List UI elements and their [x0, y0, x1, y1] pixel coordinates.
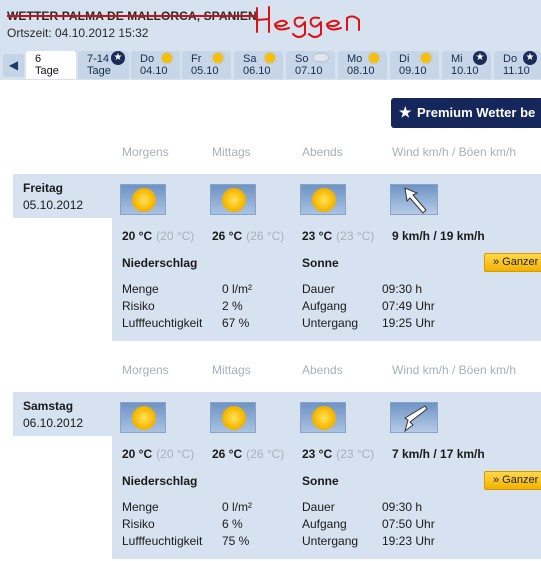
- duration-value: 09:30 h: [382, 500, 423, 514]
- col-evening: Abends: [302, 145, 343, 159]
- full-forecast-button[interactable]: » Ganzer: [484, 253, 541, 272]
- amount-value: 0 l/m²: [222, 282, 252, 296]
- sunny-weather-icon: [210, 402, 256, 433]
- sunset-label: Untergang: [302, 534, 359, 548]
- tab-do-04-10[interactable]: Do 04.10: [131, 51, 180, 79]
- tab-so-07-10[interactable]: So 07.10: [286, 51, 335, 79]
- day-date: 06.10.2012: [23, 416, 84, 430]
- sun-icon: [162, 53, 172, 63]
- sunset-value: 19:25 Uhr: [382, 316, 435, 330]
- tab-6-tage[interactable]: 6 Tage: [26, 51, 76, 79]
- col-morning: Morgens: [122, 145, 169, 159]
- day-label: Samstag 06.10.2012: [13, 392, 113, 436]
- tab-mi-10-10[interactable]: Mi 10.10 ★: [442, 51, 491, 79]
- sun-icon: [421, 53, 431, 63]
- premium-star-icon: ★: [111, 51, 125, 65]
- wind-arrow-icon: [390, 402, 438, 433]
- evening-temp: 23 °C (23 °C): [302, 447, 375, 461]
- sunrise-value: 07:50 Uhr: [382, 517, 435, 531]
- wind-value: 7 km/h / 17 km/h: [392, 447, 485, 461]
- humidity-label: Lufffeuchtigkeit: [122, 534, 203, 548]
- duration-label: Dauer: [302, 282, 335, 296]
- tab-mo-08-10[interactable]: Mo 08.10: [338, 51, 387, 79]
- col-noon: Mittags: [212, 363, 251, 377]
- risk-value: 6 %: [222, 517, 243, 531]
- sunny-weather-icon: [210, 184, 256, 215]
- day-name: Samstag: [23, 399, 74, 413]
- humidity-label: Lufffeuchtigkeit: [122, 316, 203, 330]
- wind-arrow-icon: [390, 184, 438, 215]
- duration-value: 09:30 h: [382, 282, 423, 296]
- sunrise-value: 07:49 Uhr: [382, 299, 435, 313]
- duration-label: Dauer: [302, 500, 335, 514]
- precip-heading: Niederschlag: [122, 256, 198, 270]
- tab-fr-05-10[interactable]: Fr 05.10: [182, 51, 231, 79]
- humidity-value: 67 %: [222, 316, 250, 330]
- col-evening: Abends: [302, 363, 343, 377]
- col-wind: Wind km/h / Böen km/h: [392, 145, 517, 159]
- sunny-weather-icon: [300, 402, 346, 433]
- full-forecast-button[interactable]: » Ganzer: [484, 471, 541, 490]
- prev-arrow-button[interactable]: ◀: [3, 54, 24, 77]
- tab-do-11-10[interactable]: Do 11.10 ★: [494, 51, 541, 79]
- risk-label: Risiko: [122, 299, 155, 313]
- day-date: 05.10.2012: [23, 198, 84, 212]
- premium-star-icon: ★: [473, 51, 487, 65]
- sun-heading: Sonne: [302, 474, 339, 488]
- local-time: Ortszeit: 04.10.2012 15:32: [7, 26, 149, 40]
- noon-temp: 26 °C (26 °C): [212, 447, 285, 461]
- tab-7-14-tage[interactable]: 7-14 Tage ★: [78, 51, 129, 79]
- cloud-icon: [313, 53, 329, 62]
- sun-heading: Sonne: [302, 256, 339, 270]
- amount-label: Menge: [122, 500, 159, 514]
- sun-icon: [213, 53, 223, 63]
- premium-star-icon: ★: [523, 51, 537, 65]
- precip-heading: Niederschlag: [122, 474, 198, 488]
- risk-label: Risiko: [122, 517, 155, 531]
- star-icon: ★: [399, 104, 412, 120]
- wind-value: 9 km/h / 19 km/h: [392, 229, 485, 243]
- day-label: Freitag 05.10.2012: [13, 174, 113, 218]
- col-noon: Mittags: [212, 145, 251, 159]
- col-wind: Wind km/h / Böen km/h: [392, 363, 517, 377]
- evening-temp: 23 °C (23 °C): [302, 229, 375, 243]
- amount-value: 0 l/m²: [222, 500, 252, 514]
- sunset-value: 19:23 Uhr: [382, 534, 435, 548]
- sun-icon: [369, 53, 379, 63]
- tab-di-09-10[interactable]: Di 09.10: [390, 51, 439, 79]
- risk-value: 2 %: [222, 299, 243, 313]
- sunny-weather-icon: [120, 402, 166, 433]
- day-tabs: ◀ 6 Tage 7-14 Tage ★ Do 04.10 Fr 05.10 S…: [0, 51, 541, 79]
- sunrise-label: Aufgang: [302, 517, 347, 531]
- page-title: WETTER PALMA DE MALLORCA, SPANIEN: [7, 9, 257, 23]
- amount-label: Menge: [122, 282, 159, 296]
- humidity-value: 75 %: [222, 534, 250, 548]
- col-morning: Morgens: [122, 363, 169, 377]
- sun-icon: [265, 53, 275, 63]
- morning-temp: 20 °C (20 °C): [122, 447, 195, 461]
- sunny-weather-icon: [120, 184, 166, 215]
- sunny-weather-icon: [300, 184, 346, 215]
- sunrise-label: Aufgang: [302, 299, 347, 313]
- morning-temp: 20 °C (20 °C): [122, 229, 195, 243]
- tab-sa-06-10[interactable]: Sa 06.10: [234, 51, 283, 79]
- sunset-label: Untergang: [302, 316, 359, 330]
- premium-weather-button[interactable]: ★ Premium Wetter be: [391, 98, 541, 128]
- day-name: Freitag: [23, 181, 64, 195]
- noon-temp: 26 °C (26 °C): [212, 229, 285, 243]
- handwritten-scribble: [256, 6, 360, 38]
